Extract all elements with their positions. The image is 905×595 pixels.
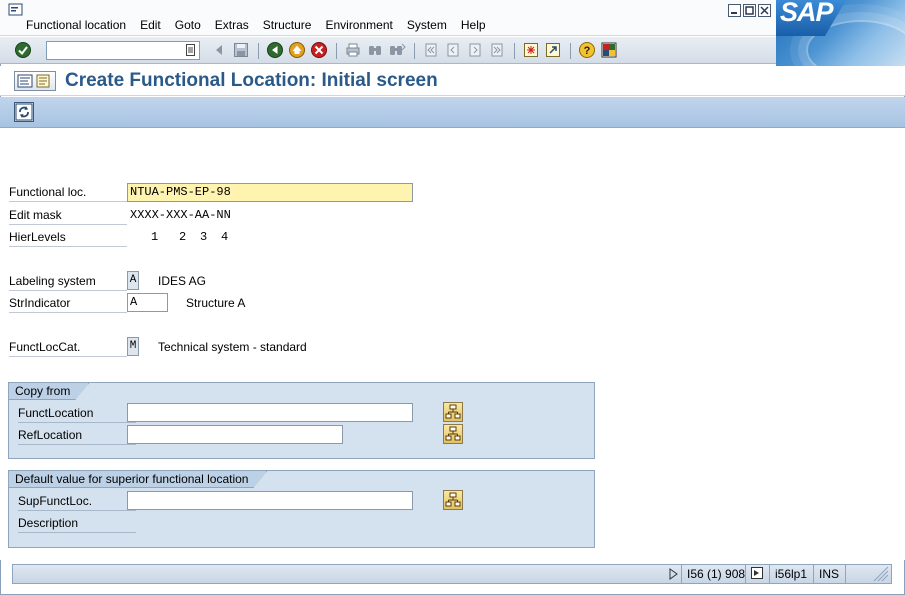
description-label: Description [18, 513, 136, 533]
sup-funct-loc-label: SupFunctLoc. [18, 491, 136, 511]
labeling-system-label: Labeling system [9, 271, 127, 291]
edit-mask-value: XXXX-XXX-AA-NN [130, 208, 231, 222]
hier-level-3: 3 [200, 230, 208, 244]
window-controls [728, 4, 771, 17]
str-indicator-text: Structure A [186, 296, 246, 310]
toolbar-separator [336, 43, 337, 59]
status-session-button[interactable] [745, 565, 769, 583]
back-arrow-icon[interactable] [210, 41, 228, 59]
session-info-icon [751, 567, 763, 579]
copy-from-group: Copy from FunctLocation RefLocation [8, 382, 595, 459]
system-menu-icon[interactable] [8, 3, 24, 17]
funct-loc-cat-text: Technical system - standard [158, 340, 307, 354]
hier-level-4: 4 [221, 230, 229, 244]
copy-from-title: Copy from [9, 383, 89, 400]
hierarchy-icon [445, 426, 461, 441]
toolbar-separator [570, 43, 571, 59]
hier-level-2: 2 [179, 230, 187, 244]
find-next-icon[interactable] [388, 41, 406, 59]
status-server: i56lp1 [769, 565, 812, 583]
menu-help[interactable]: Help [461, 18, 486, 32]
print-icon[interactable] [344, 41, 362, 59]
sap-logo: SAP [776, 0, 905, 66]
menu-structure[interactable]: Structure [263, 18, 312, 32]
menu-goto[interactable]: Goto [175, 18, 201, 32]
ref-location-input[interactable] [127, 425, 343, 444]
main-content: Functional loc. NTUA-PMS-EP-98 Edit mask… [0, 128, 905, 560]
next-page-icon[interactable] [466, 41, 484, 59]
page-title: Create Functional Location: Initial scre… [65, 70, 438, 91]
enter-icon[interactable] [14, 41, 32, 59]
hierarchy-icon [445, 492, 461, 507]
labeling-system-text: IDES AG [158, 274, 207, 288]
hier-level-1: 1 [151, 230, 159, 244]
first-page-icon[interactable] [422, 41, 440, 59]
status-message [15, 567, 665, 581]
functional-loc-label: Functional loc. [9, 182, 127, 202]
refresh-button[interactable] [14, 102, 34, 122]
menu-system[interactable]: System [407, 18, 447, 32]
str-indicator-label: StrIndicator [9, 293, 127, 313]
save-icon[interactable] [232, 41, 250, 59]
ref-location-structure-button[interactable] [443, 424, 463, 444]
menu-environment[interactable]: Environment [325, 18, 392, 32]
status-expand-icon[interactable] [667, 568, 679, 580]
status-mode: INS [813, 565, 844, 583]
maximize-icon[interactable] [743, 4, 756, 17]
close-icon[interactable] [758, 4, 771, 17]
application-toolbar [0, 97, 905, 128]
logo-text: SAP [780, 0, 834, 27]
exit-icon[interactable] [288, 41, 306, 59]
shortcut-icon[interactable] [544, 41, 562, 59]
sup-funct-loc-input[interactable] [127, 491, 413, 510]
functional-loc-input[interactable]: NTUA-PMS-EP-98 [127, 183, 413, 202]
funct-loc-cat-label: FunctLocCat. [9, 337, 127, 357]
status-bar: I56 (1) 908 i56lp1 INS [12, 564, 892, 584]
find-icon[interactable] [366, 41, 384, 59]
default-superior-group: Default value for superior functional lo… [8, 470, 595, 548]
str-indicator-input[interactable]: A [127, 293, 168, 312]
hierarchy-icon [445, 404, 461, 419]
new-session-icon[interactable] [522, 41, 540, 59]
menu-edit[interactable]: Edit [140, 18, 161, 32]
menu-extras[interactable]: Extras [215, 18, 249, 32]
edit-mask-label: Edit mask [9, 205, 127, 225]
resize-grip-icon [873, 566, 889, 582]
funct-location-input[interactable] [127, 403, 413, 422]
menu-items: Functional location Edit Goto Extras Str… [26, 18, 500, 32]
toolbar-separator [258, 43, 259, 59]
help-icon[interactable]: ? [578, 41, 596, 59]
prev-page-icon[interactable] [444, 41, 462, 59]
minimize-icon[interactable] [728, 4, 741, 17]
sup-funct-loc-structure-button[interactable] [443, 490, 463, 510]
status-system: I56 (1) 908 [681, 565, 750, 583]
funct-loc-cat-value[interactable]: M [127, 337, 139, 356]
labeling-system-value[interactable]: A [127, 271, 139, 290]
title-bar: Create Functional Location: Initial scre… [0, 66, 905, 96]
refresh-icon [15, 103, 33, 121]
toolbar-separator [514, 43, 515, 59]
default-superior-title: Default value for superior functional lo… [9, 471, 267, 488]
cancel-icon[interactable] [310, 41, 328, 59]
last-page-icon[interactable] [488, 41, 506, 59]
layout-icon[interactable] [600, 41, 618, 59]
funct-location-structure-button[interactable] [443, 402, 463, 422]
hier-levels-label: HierLevels [9, 227, 127, 247]
funct-location-label: FunctLocation [18, 403, 136, 423]
command-history-icon[interactable] [186, 44, 196, 57]
menu-bar: Functional location Edit Goto Extras Str… [0, 0, 905, 36]
command-field[interactable] [46, 41, 200, 60]
standard-toolbar: ? [0, 36, 776, 64]
back-icon[interactable] [266, 41, 284, 59]
status-resize-grip[interactable] [845, 565, 892, 583]
title-icons [14, 71, 56, 91]
toolbar-separator [414, 43, 415, 59]
svg-text:?: ? [584, 45, 591, 57]
menu-display-icon[interactable] [15, 72, 55, 90]
menu-functional-location[interactable]: Functional location [26, 18, 126, 32]
ref-location-label: RefLocation [18, 425, 136, 445]
